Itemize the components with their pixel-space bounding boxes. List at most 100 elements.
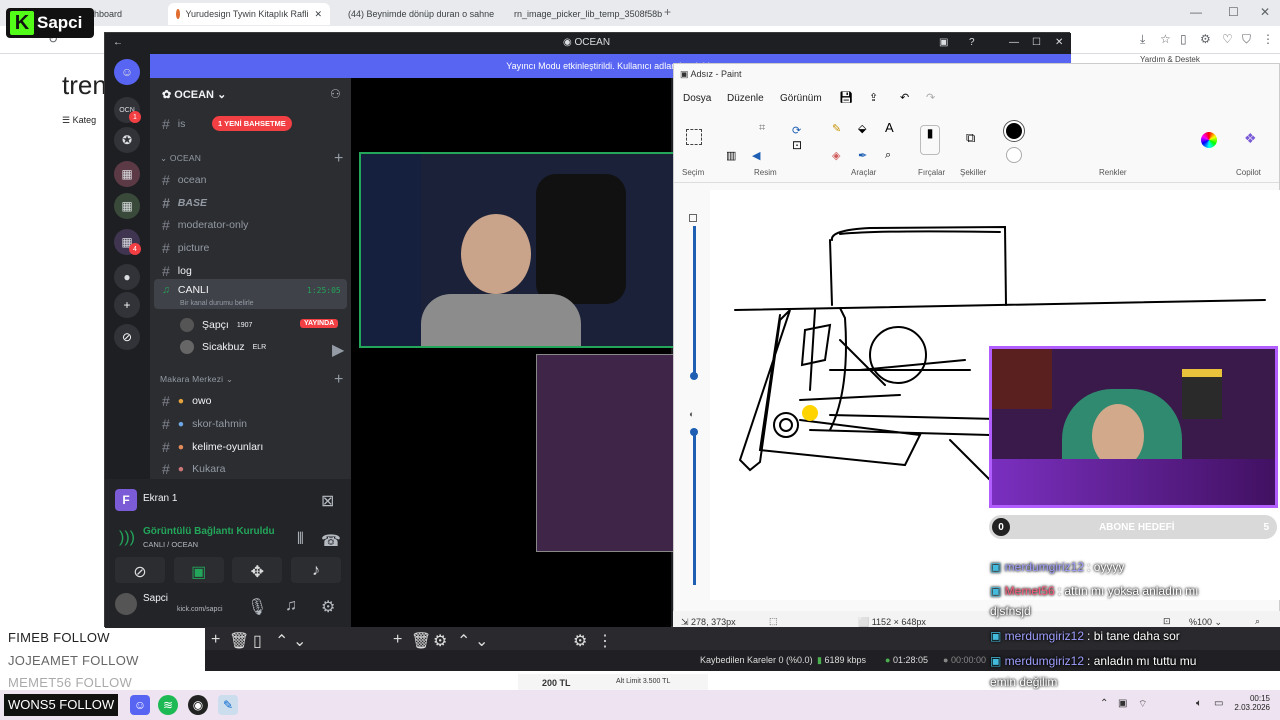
speaker-icon[interactable]: 🔈︎ — [1196, 698, 1202, 709]
pencil-icon[interactable]: ✎ — [832, 122, 841, 135]
category-ocean[interactable]: ⌄ OCEAN — [160, 153, 201, 164]
move-down-icon[interactable]: ⌄ — [475, 631, 488, 651]
slider-thumb[interactable] — [690, 428, 698, 436]
maximize-icon[interactable]: ☐ — [1228, 5, 1239, 19]
channel-kukara[interactable]: # ● Kukara — [162, 461, 225, 477]
category-menu[interactable]: ☰ Kateg — [62, 115, 96, 126]
share-icon[interactable]: ⇪ — [869, 91, 878, 104]
selection-icon[interactable] — [686, 129, 702, 145]
screen-share-tile[interactable] — [536, 354, 677, 552]
close-icon[interactable]: ✕ — [1055, 37, 1063, 48]
connection-status[interactable]: Görüntülü Bağlantı Kuruldu — [143, 526, 275, 537]
server-icon[interactable]: ● — [114, 264, 140, 290]
microphone-icon[interactable]: 🎙︎ — [247, 597, 267, 617]
voice-user-sapci[interactable]: Şapçı 1907 — [180, 318, 252, 332]
layers-icon[interactable] — [689, 214, 697, 222]
discord-home-icon[interactable]: ☺ — [114, 59, 140, 85]
channel-status-hint[interactable]: Bir kanal durumu belirle — [180, 300, 254, 307]
tray-app-icon[interactable]: ▣ — [1118, 698, 1127, 709]
server-folder-icon[interactable]: ▦ — [114, 161, 140, 187]
close-icon[interactable]: ✕ — [314, 9, 322, 20]
move-up-icon[interactable]: ⌃ — [275, 631, 288, 651]
spotify-taskbar-icon[interactable]: ≋ — [158, 695, 178, 715]
back-icon[interactable]: ← — [113, 37, 123, 48]
discord-taskbar-icon[interactable]: ☺ — [130, 695, 150, 715]
save-icon[interactable]: 💾︎ — [839, 91, 853, 104]
server-folder-icon[interactable]: ▦ — [114, 193, 140, 219]
text-icon[interactable]: A — [885, 120, 894, 135]
channel-ocean[interactable]: # ocean — [162, 172, 206, 188]
obs-taskbar-icon[interactable]: ◉ — [188, 695, 208, 715]
minimize-icon[interactable]: — — [1009, 37, 1019, 48]
new-mention-badge[interactable]: 1 YENİ BAHSETME — [212, 116, 292, 131]
transition-settings-icon[interactable]: ⚙ — [573, 631, 587, 651]
channel-kelime-oyunlari[interactable]: # ● kelime-oyunları — [162, 439, 263, 455]
menu-icon[interactable]: ⋮ — [1262, 32, 1274, 46]
move-down-icon[interactable]: ⌄ — [293, 631, 306, 651]
server-header[interactable]: ✿ OCEAN ⌄ — [162, 88, 226, 101]
sidebar-icon[interactable]: ▯ — [1180, 32, 1187, 46]
settings-icon[interactable]: ⚙ — [433, 631, 447, 651]
image-select-icon[interactable]: ⊡ — [792, 138, 802, 152]
magnifier-icon[interactable]: ⌕ — [885, 149, 891, 162]
add-scene-icon[interactable]: + — [211, 631, 220, 649]
resize-icon[interactable]: ▥ — [726, 149, 736, 162]
fit-icon[interactable]: ⊡ — [1163, 616, 1171, 627]
add-channel-icon[interactable]: + — [334, 150, 343, 168]
discover-icon[interactable]: ⊘ — [114, 324, 140, 350]
clock[interactable]: 00:15 2.03.2026 — [1232, 694, 1270, 712]
tab-yurudesign[interactable]: Yurudesign Tywin Kitaplık Rafli ✕ — [168, 3, 330, 25]
crop-icon[interactable]: ⌗ — [759, 122, 765, 135]
channel-moderator-only[interactable]: # moderator-only — [162, 217, 248, 233]
server-icon[interactable]: ✪ — [114, 127, 140, 153]
close-icon[interactable]: ✕ — [1260, 5, 1270, 19]
channel-picture[interactable]: # picture — [162, 240, 209, 256]
menu-view[interactable]: Görünüm — [780, 93, 822, 104]
network-icon[interactable]: ⌔ — [1138, 698, 1147, 711]
stop-stream-icon[interactable]: ⊠ — [321, 491, 334, 511]
download-icon[interactable]: ⤓ — [1140, 32, 1145, 47]
primary-color-swatch[interactable] — [1004, 121, 1024, 141]
webcam-tile-user[interactable] — [359, 152, 677, 348]
menu-edit[interactable]: Düzenle — [727, 93, 764, 104]
add-server-icon[interactable]: + — [114, 292, 140, 318]
delete-icon[interactable]: 🗑︎ — [229, 631, 249, 651]
fill-icon[interactable]: ⬙ — [858, 122, 866, 135]
slider-thumb[interactable] — [690, 372, 698, 380]
undo-icon[interactable]: ↶ — [900, 91, 909, 104]
extensions-icon[interactable]: ⚙ — [1200, 32, 1211, 46]
rotate-icon[interactable]: ⟳ — [792, 124, 801, 137]
user-status-link[interactable]: kick.com/sapci — [177, 606, 223, 613]
edit-colors-icon[interactable] — [1201, 132, 1217, 148]
soundboard-icon[interactable]: ♪ — [290, 557, 341, 583]
menu-file[interactable]: Dosya — [683, 93, 711, 104]
copilot-icon[interactable]: ❖ — [1244, 130, 1257, 147]
disconnect-icon[interactable]: ☎ — [321, 531, 341, 551]
avatar[interactable] — [115, 593, 137, 615]
redo-icon[interactable]: ↷ — [926, 91, 935, 104]
paint-taskbar-icon[interactable]: ✎ — [218, 695, 238, 715]
flip-icon[interactable]: ◀ — [752, 149, 760, 162]
voice-user-sicakbuz[interactable]: Sicakbuz ELR — [180, 340, 266, 354]
brushes-icon[interactable]: ▮ — [920, 125, 940, 155]
add-channel-icon[interactable]: + — [334, 371, 343, 389]
shapes-icon[interactable]: ⧉ — [966, 130, 975, 146]
eraser-icon[interactable]: ◈ — [832, 149, 840, 162]
favorites-icon[interactable]: ♡ — [1222, 32, 1233, 46]
noise-suppression-icon[interactable]: ⫴ — [297, 531, 304, 549]
category-makara[interactable]: Makara Merkezi ⌄ — [160, 374, 233, 385]
tab-image[interactable]: rn_image_picker_lib_temp_3508f58b — [500, 3, 662, 25]
screen-share-icon[interactable]: ▣ — [173, 557, 224, 583]
minimize-icon[interactable]: — — [1190, 5, 1202, 19]
channel-owo[interactable]: # ● owo — [162, 393, 211, 409]
activities-icon[interactable]: ✥ — [232, 557, 283, 583]
bookmarks-icon[interactable]: ☆ — [1160, 32, 1171, 46]
settings-icon[interactable]: ⚙ — [321, 597, 335, 617]
tray-expand-icon[interactable]: ⌃ — [1100, 698, 1108, 709]
channel-is[interactable]: # is — [162, 116, 185, 132]
new-tab-icon[interactable]: + — [664, 5, 671, 19]
add-source-icon[interactable]: + — [393, 631, 402, 649]
delete-icon[interactable]: 🗑︎ — [411, 631, 431, 651]
tab-youtube[interactable]: (44) Beynimde dönüp duran o sahne✕ — [334, 3, 496, 25]
more-icon[interactable]: ⋮ — [597, 631, 613, 651]
